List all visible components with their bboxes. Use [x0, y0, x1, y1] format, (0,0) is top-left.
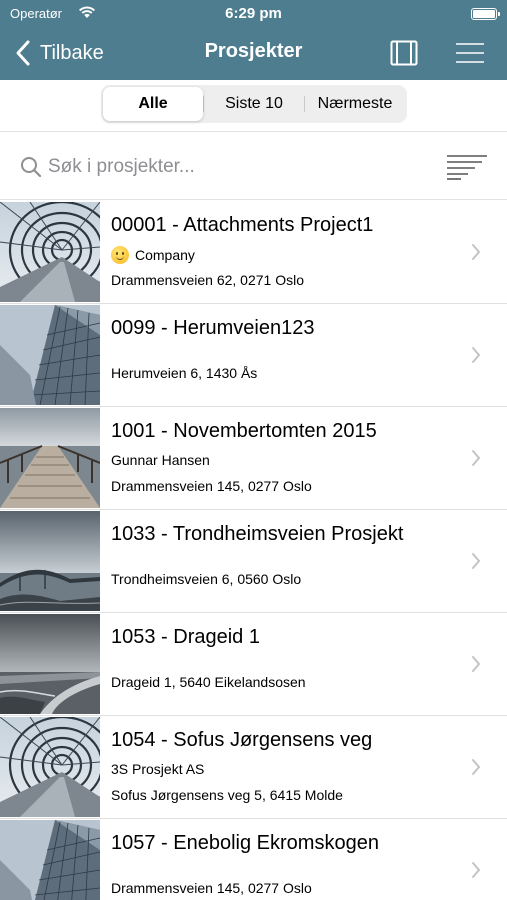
search-input[interactable] — [48, 152, 418, 182]
search-bar — [0, 132, 507, 200]
navigation-bar: Tilbake Prosjekter — [0, 28, 507, 80]
project-company: Company — [135, 247, 195, 263]
project-client: Gunnar Hansen — [111, 452, 210, 468]
chevron-right-icon — [472, 862, 481, 878]
chevron-left-icon — [16, 40, 30, 66]
glass-building-image — [0, 305, 100, 405]
book-icon[interactable] — [390, 40, 418, 66]
chevron-right-icon — [472, 553, 481, 569]
segment-nearest[interactable]: Nærmeste — [305, 87, 405, 121]
project-row[interactable]: 00001 - Attachments Project1 Company Dra… — [0, 201, 507, 304]
tunnel-bridge-image — [0, 717, 100, 817]
project-address: Drammensveien 145, 0277 Oslo — [111, 880, 312, 896]
project-client: 3S Prosjekt AS — [111, 761, 205, 777]
back-button-label: Tilbake — [40, 41, 104, 64]
project-row[interactable]: 1033 - Trondheimsveien Prosjekt Trondhei… — [0, 510, 507, 613]
chevron-right-icon — [472, 759, 481, 775]
glass-building-image — [0, 820, 100, 900]
segmented-control: Alle Siste 10 Nærmeste — [101, 85, 407, 123]
project-title: 1054 - Sofus Jørgensens veg — [111, 729, 373, 751]
project-title: 0099 - Herumveien123 — [111, 317, 315, 339]
project-row[interactable]: 1001 - Novembertomten 2015 Gunnar Hansen… — [0, 407, 507, 510]
project-address: Drammensveien 62, 0271 Oslo — [111, 272, 304, 288]
project-title: 1001 - Novembertomten 2015 — [111, 420, 377, 442]
hamburger-menu-icon[interactable] — [455, 42, 485, 64]
project-row[interactable]: 1053 - Drageid 1 Drageid 1, 5640 Eikelan… — [0, 613, 507, 716]
status-bar: Operatør 6:29 pm — [0, 0, 507, 28]
search-icon — [21, 157, 42, 178]
project-title: 1057 - Enebolig Ekromskogen — [111, 832, 379, 854]
chevron-right-icon — [472, 347, 481, 363]
project-address: Drageid 1, 5640 Eikelandsosen — [111, 674, 306, 690]
project-title: 00001 - Attachments Project1 — [111, 214, 374, 236]
chevron-right-icon — [472, 656, 481, 672]
smiley-emoji-icon — [111, 246, 129, 264]
project-address: Trondheimsveien 6, 0560 Oslo — [111, 571, 302, 587]
project-subtitle: Company — [111, 246, 195, 264]
project-list: 00001 - Attachments Project1 Company Dra… — [0, 201, 507, 900]
pier-image — [0, 408, 100, 508]
project-address: Sofus Jørgensens veg 5, 6415 Molde — [111, 787, 343, 803]
project-title: 1053 - Drageid 1 — [111, 626, 260, 648]
project-title: 1033 - Trondheimsveien Prosjekt — [111, 523, 404, 545]
tunnel-bridge-image — [0, 202, 100, 302]
battery-icon — [471, 8, 500, 20]
chevron-right-icon — [472, 450, 481, 466]
back-button[interactable]: Tilbake — [14, 38, 104, 68]
project-row[interactable]: 1054 - Sofus Jørgensens veg 3S Prosjekt … — [0, 716, 507, 819]
segment-last-10[interactable]: Siste 10 — [204, 87, 304, 121]
project-address: Herumveien 6, 1430 Ås — [111, 365, 258, 381]
coastal-bridge-image — [0, 511, 100, 611]
filter-bar: Alle Siste 10 Nærmeste — [0, 80, 507, 132]
clock: 6:29 pm — [225, 5, 282, 22]
project-address: Drammensveien 145, 0277 Oslo — [111, 478, 312, 494]
top-bar: Operatør 6:29 pm Tilbake Prosjekter — [0, 0, 507, 80]
sea-wall-image — [0, 614, 100, 714]
segment-all[interactable]: Alle — [103, 87, 203, 121]
chevron-right-icon — [472, 244, 481, 260]
project-row[interactable]: 0099 - Herumveien123 Herumveien 6, 1430 … — [0, 304, 507, 407]
project-row[interactable]: 1057 - Enebolig Ekromskogen Drammensveie… — [0, 819, 507, 900]
sort-icon[interactable] — [446, 154, 488, 180]
